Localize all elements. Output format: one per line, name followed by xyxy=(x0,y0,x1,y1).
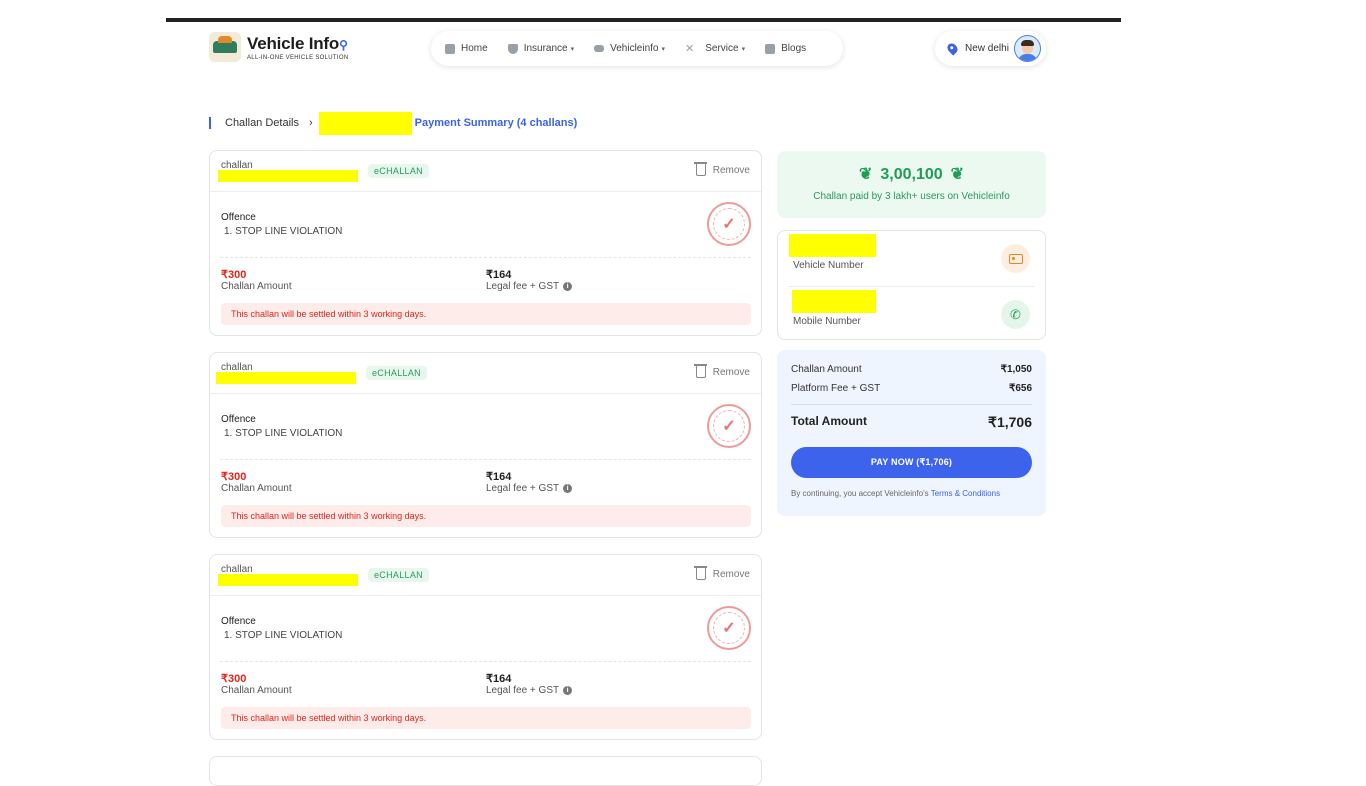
divider xyxy=(791,404,1032,405)
echallan-badge: eCHALLAN xyxy=(368,164,429,178)
echallan-badge: eCHALLAN xyxy=(368,568,429,582)
challan-card: challan eCHALLAN Remove Offence 1. STOP … xyxy=(209,352,762,538)
challan-amount: ₹300 xyxy=(221,471,247,483)
users-promo-subtitle: Challan paid by 3 lakh+ users on Vehicle… xyxy=(813,191,1010,202)
chevron-down-icon: ▾ xyxy=(741,45,746,53)
mobile-number-label: Mobile Number xyxy=(793,316,861,327)
chevron-down-icon: ▾ xyxy=(661,45,666,53)
payment-summary: Challan Amount ₹1,050 Platform Fee + GST… xyxy=(777,350,1046,516)
logo[interactable]: Vehicle Info⚲ ALL-IN-ONE VEHICLE SOLUTIO… xyxy=(209,32,348,62)
remove-button[interactable]: Remove xyxy=(693,162,750,176)
legal-fee-label: Legal fee + GST i xyxy=(486,685,573,696)
challan-amount-label: Challan Amount xyxy=(221,281,292,292)
location-text: New delhi xyxy=(965,43,1009,54)
offence-item: 1. STOP LINE VIOLATION xyxy=(224,428,343,439)
breadcrumb-payment-summary: Payment Summary (4 challans) xyxy=(414,117,578,129)
stamp-icon: ✓ xyxy=(707,202,751,246)
stamp-icon: ✓ xyxy=(707,606,751,650)
avatar[interactable] xyxy=(1014,35,1041,62)
breadcrumb-marker xyxy=(209,117,211,129)
top-border xyxy=(166,18,1121,22)
id-card-icon xyxy=(1001,244,1030,273)
challan-card xyxy=(209,756,762,786)
challan-amount-label: Challan Amount xyxy=(221,685,292,696)
pay-now-button[interactable]: PAY NOW (₹1,706) xyxy=(791,447,1032,478)
main-nav: Home Insurance ▾ Vehicleinfo ▾ ✕ Service… xyxy=(431,31,843,66)
legal-fee: ₹164 xyxy=(486,673,512,685)
phone-icon: ✆ xyxy=(1001,300,1030,329)
legal-fee: ₹164 xyxy=(486,471,512,483)
redacted-challan-number xyxy=(218,170,358,182)
laurel-left-icon: ❦ xyxy=(858,166,873,183)
tools-icon: ✕ xyxy=(685,42,695,55)
trash-icon xyxy=(693,566,707,580)
nav-vehicleinfo[interactable]: Vehicleinfo ▾ xyxy=(594,43,665,54)
mobile-number-row: Mobile Number ✆ xyxy=(788,286,1035,340)
laurel-right-icon: ❦ xyxy=(950,166,965,183)
info-icon[interactable]: i xyxy=(563,484,573,493)
users-promo: ❦ 3,00,100 ❦ Challan paid by 3 lakh+ users… xyxy=(777,151,1046,218)
breadcrumb: Challan Details › Payment Summary (4 cha… xyxy=(209,111,578,135)
challan-card: challan eCHALLAN Remove Offence 1. STOP … xyxy=(209,150,762,336)
users-count: 3,00,100 xyxy=(880,166,943,183)
redacted-mobile-number xyxy=(792,290,876,313)
location-selector[interactable]: New delhi xyxy=(935,31,1046,66)
chevron-right-icon: › xyxy=(308,117,313,129)
legal-fee-label: Legal fee + GST i xyxy=(486,281,573,292)
remove-button[interactable]: Remove xyxy=(693,566,750,580)
search-mark-icon: ⚲ xyxy=(339,37,348,52)
challan-card: challan eCHALLAN Remove Offence 1. STOP … xyxy=(209,554,762,740)
terms-text: By continuing, you accept Vehicleinfo's … xyxy=(791,489,1001,498)
offence-title: Offence xyxy=(221,616,256,627)
redacted-vehicle-number xyxy=(789,234,876,257)
challan-amount: ₹300 xyxy=(221,673,247,685)
settlement-note: This challan will be settled within 3 wo… xyxy=(221,303,751,325)
nav-service[interactable]: ✕ Service ▾ xyxy=(685,43,745,54)
logo-car-icon xyxy=(209,32,241,62)
trash-icon xyxy=(693,364,707,378)
offence-item: 1. STOP LINE VIOLATION xyxy=(224,226,343,237)
settlement-note: This challan will be settled within 3 wo… xyxy=(221,707,751,729)
settlement-note: This challan will be settled within 3 wo… xyxy=(221,505,751,527)
offence-item: 1. STOP LINE VIOLATION xyxy=(224,630,343,641)
legal-fee: ₹164 xyxy=(486,269,512,281)
echallan-badge: eCHALLAN xyxy=(366,366,427,380)
info-icon[interactable]: i xyxy=(563,686,573,695)
home-icon xyxy=(445,43,455,54)
challan-amount-label: Challan Amount xyxy=(221,483,292,494)
redacted-challan-number xyxy=(216,372,356,384)
vehicle-number-label: Vehicle Number xyxy=(793,260,864,271)
remove-button[interactable]: Remove xyxy=(693,364,750,378)
terms-link[interactable]: Terms & Conditions xyxy=(931,489,1000,498)
trash-icon xyxy=(693,162,707,176)
nav-home[interactable]: Home xyxy=(445,43,488,54)
nav-insurance[interactable]: Insurance ▾ xyxy=(507,43,575,54)
location-pin-icon xyxy=(945,41,960,56)
challan-amount-row: Challan Amount ₹1,050 xyxy=(791,364,1032,375)
logo-tagline: ALL-IN-ONE VEHICLE SOLUTION xyxy=(247,54,349,61)
breadcrumb-challan-details[interactable]: Challan Details xyxy=(225,117,299,129)
vehicle-details-box: Vehicle Number Mobile Number ✆ xyxy=(777,230,1046,340)
platform-fee-row: Platform Fee + GST ₹656 xyxy=(791,383,1032,394)
offence-title: Offence xyxy=(221,212,256,223)
car-icon xyxy=(594,45,605,52)
info-icon[interactable]: i xyxy=(563,282,573,291)
chevron-down-icon: ▾ xyxy=(570,45,575,53)
challan-amount: ₹300 xyxy=(221,269,247,281)
offence-title: Offence xyxy=(221,414,256,425)
legal-fee-label: Legal fee + GST i xyxy=(486,483,573,494)
stamp-icon: ✓ xyxy=(707,404,751,448)
redacted-block xyxy=(318,111,412,135)
vehicle-number-row: Vehicle Number xyxy=(778,231,1045,285)
blog-icon xyxy=(765,43,776,54)
logo-title: Vehicle Info⚲ xyxy=(247,33,348,53)
redacted-challan-number xyxy=(218,574,358,586)
nav-blogs[interactable]: Blogs xyxy=(765,43,806,54)
total-row: Total Amount ₹1,706 xyxy=(791,414,1032,430)
shield-icon xyxy=(507,43,518,54)
